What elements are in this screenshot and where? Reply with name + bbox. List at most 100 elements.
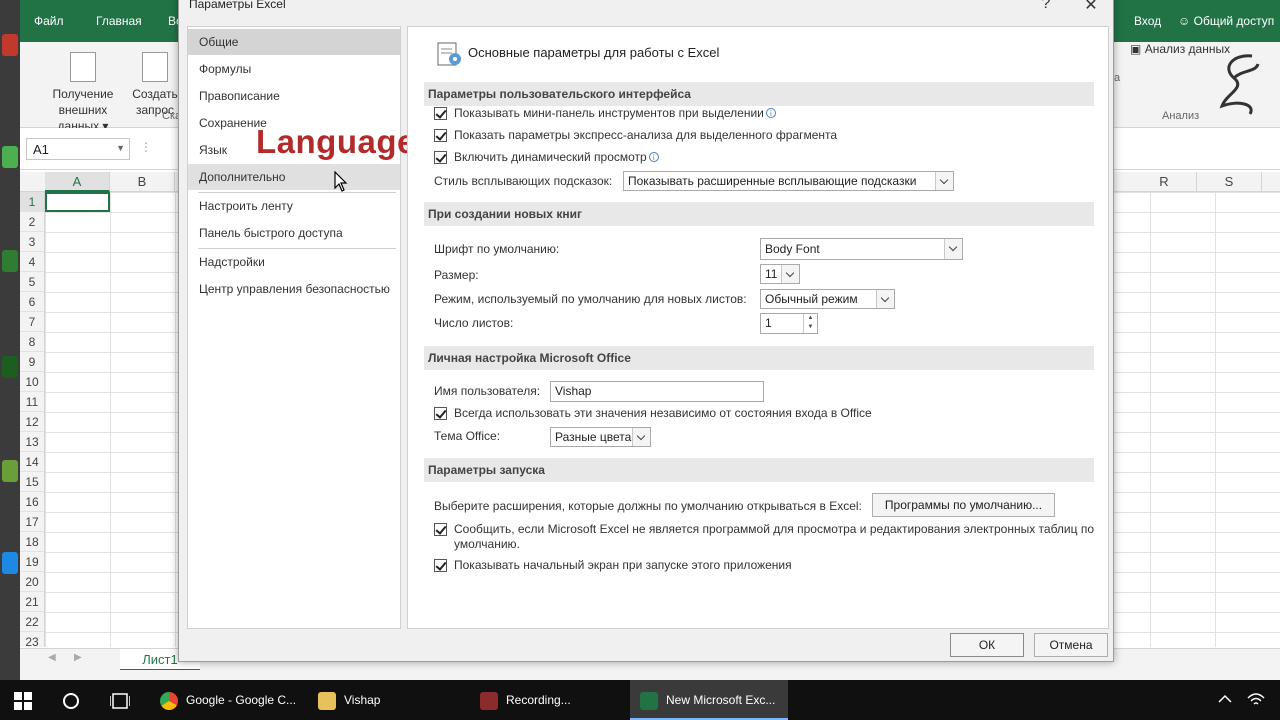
column-header[interactable]: A (45, 172, 110, 192)
row-header[interactable]: 22 (20, 612, 44, 632)
row-header[interactable]: 3 (20, 232, 44, 252)
selected-cell[interactable] (45, 192, 110, 212)
row-header[interactable]: 4 (20, 252, 44, 272)
row-header[interactable]: 5 (20, 272, 44, 292)
search-circle-icon[interactable] (62, 692, 80, 710)
sheet-nav-next-icon[interactable]: ▶ (74, 652, 82, 663)
column-header[interactable]: R (1132, 172, 1197, 192)
row-header[interactable]: 21 (20, 592, 44, 612)
taskbar-item-folder[interactable]: Vishap (310, 680, 470, 720)
taskbar-item-excel[interactable]: New Microsoft Exc... (630, 680, 788, 720)
windows-start-icon[interactable] (14, 692, 32, 710)
taskbar-item-recording[interactable]: Recording... (472, 680, 627, 720)
stepper-buttons[interactable]: ▲ ▼ (803, 314, 817, 333)
tooltip-style-select[interactable]: Показывать расширенные всплывающие подск… (623, 171, 954, 191)
tooltip-style-label: Стиль всплывающих подсказок: (434, 174, 613, 188)
info-icon: i (648, 152, 659, 162)
row-header[interactable]: 11 (20, 392, 44, 412)
nav-item-proofing[interactable]: Правописание (188, 83, 400, 109)
sheet-count-stepper[interactable]: 1 ▲ ▼ (760, 313, 818, 334)
row-header[interactable]: 13 (20, 432, 44, 452)
quick-analysis-checkbox[interactable] (434, 129, 447, 142)
row-header[interactable]: 12 (20, 412, 44, 432)
create-query-button[interactable]: Создать запрос (130, 52, 180, 118)
tab-file[interactable]: Файл (34, 14, 64, 28)
user-icon: ☺ (1178, 14, 1191, 28)
quick-analysis-label: Показать параметры экспресс-анализа для … (454, 128, 838, 142)
row-header[interactable]: 6 (20, 292, 44, 312)
taskbar-item-chrome[interactable]: Google - Google C... (152, 680, 302, 720)
page-title: Основные параметры для работы с Excel (468, 45, 720, 60)
row-header[interactable]: 19 (20, 552, 44, 572)
status-bar (20, 670, 1280, 680)
section-personalize: Личная настройка Microsoft Office (424, 346, 1094, 370)
login-link[interactable]: Вход (1134, 14, 1161, 28)
default-view-select[interactable]: Обычный режим (760, 289, 895, 309)
row-header[interactable]: 18 (20, 532, 44, 552)
row-header[interactable]: 7 (20, 312, 44, 332)
nav-item-addins[interactable]: Надстройки (188, 249, 400, 275)
chevron-down-icon (632, 428, 650, 446)
nav-item-customize-ribbon[interactable]: Настроить ленту (188, 193, 400, 219)
nav-item-advanced[interactable]: Дополнительно (188, 164, 400, 190)
recording-icon (480, 691, 498, 710)
row-header[interactable]: 14 (20, 452, 44, 472)
live-preview-checkbox[interactable] (434, 151, 447, 164)
windows-taskbar: Google - Google C... Vishap Recording...… (0, 680, 1280, 720)
font-size-label: Размер: (434, 268, 479, 282)
task-view-icon[interactable] (110, 692, 130, 710)
default-programs-button[interactable]: Программы по умолчанию... (872, 493, 1055, 517)
options-nav: Общие Формулы Правописание Сохранение Яз… (187, 26, 415, 629)
row-header[interactable]: 16 (20, 492, 44, 512)
network-icon[interactable] (1246, 692, 1266, 708)
database-icon (142, 52, 168, 82)
dragon-logo-icon (1219, 54, 1260, 115)
show-start-screen-checkbox[interactable] (434, 559, 447, 572)
row-header[interactable]: 17 (20, 512, 44, 532)
row-header[interactable]: 1 (20, 192, 44, 212)
stepper-up-icon[interactable]: ▲ (804, 314, 817, 323)
desktop-strip (0, 0, 20, 680)
close-button[interactable]: ✕ (1081, 0, 1101, 15)
column-header[interactable]: S (1197, 172, 1262, 192)
notify-default-checkbox[interactable] (434, 523, 447, 536)
row-header[interactable]: 10 (20, 372, 44, 392)
chevron-down-icon (944, 239, 962, 259)
username-input[interactable]: Vishap (550, 381, 764, 402)
column-header[interactable]: B (110, 172, 175, 192)
mini-toolbar-checkbox[interactable] (434, 107, 447, 120)
excel-icon (640, 691, 658, 710)
row-header[interactable]: 2 (20, 212, 44, 232)
font-size-select[interactable]: 11 (760, 264, 800, 284)
chrome-icon (160, 691, 178, 710)
office-theme-label: Тема Office: (434, 429, 501, 443)
row-header[interactable]: 20 (20, 572, 44, 592)
ok-button[interactable]: ОК (950, 633, 1024, 657)
tab-home[interactable]: Главная (96, 14, 142, 28)
info-icon: i (765, 108, 776, 118)
sheet-nav-prev-icon[interactable]: ◀ (48, 652, 56, 663)
nav-item-quick-access[interactable]: Панель быстрого доступа (188, 220, 400, 246)
name-box[interactable]: A1 ▼ (26, 138, 130, 160)
mouse-cursor-icon (334, 171, 348, 192)
row-header[interactable]: 9 (20, 352, 44, 372)
get-external-data-button[interactable]: Получение внешних данных ▾ (38, 52, 128, 134)
settings-page-icon (437, 42, 461, 66)
sheet-count-label: Число листов: (434, 316, 514, 330)
nav-item-formulas[interactable]: Формулы (188, 56, 400, 82)
stepper-down-icon[interactable]: ▼ (804, 323, 817, 332)
nav-item-trust-center[interactable]: Центр управления безопасностью (188, 276, 400, 302)
section-new-workbooks: При создании новых книг (424, 202, 1094, 226)
share-button[interactable]: ☺ Общий доступ (1178, 14, 1274, 28)
cancel-button[interactable]: Отмена (1034, 633, 1108, 657)
always-use-checkbox[interactable] (434, 407, 447, 420)
default-font-select[interactable]: Body Font (760, 238, 963, 260)
formula-bar-dots-icon: ⋮ (140, 140, 152, 154)
row-header[interactable]: 8 (20, 332, 44, 352)
row-header[interactable]: 15 (20, 472, 44, 492)
options-content: Основные параметры для работы с Excel Па… (407, 26, 1109, 629)
nav-item-general[interactable]: Общие (188, 29, 400, 55)
office-theme-select[interactable]: Разные цвета (550, 427, 651, 447)
chevron-up-icon[interactable] (1218, 694, 1232, 704)
help-button[interactable]: ? (1036, 0, 1056, 13)
